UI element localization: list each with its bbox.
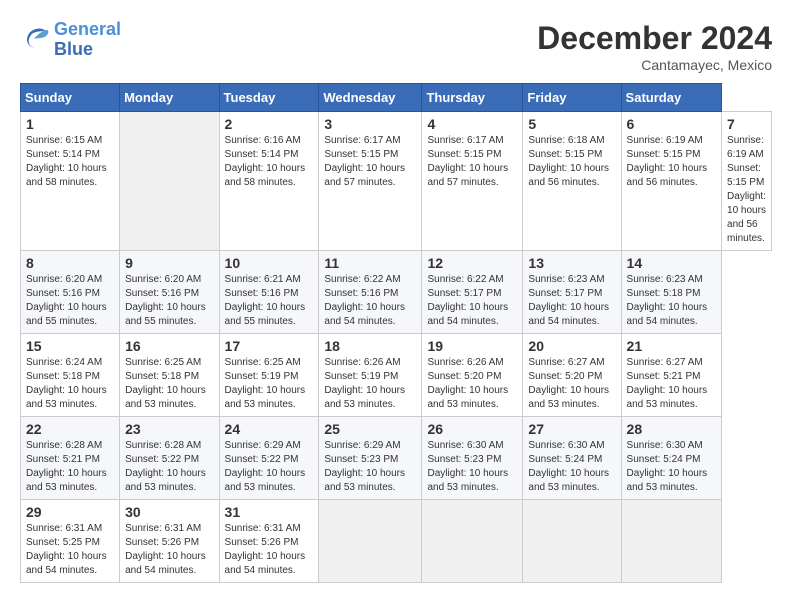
calendar-day-30: 30Sunrise: 6:31 AMSunset: 5:26 PMDayligh… bbox=[120, 500, 219, 583]
calendar-day-empty bbox=[319, 500, 422, 583]
calendar-day-9: 9Sunrise: 6:20 AMSunset: 5:16 PMDaylight… bbox=[120, 251, 219, 334]
calendar-day-15: 15Sunrise: 6:24 AMSunset: 5:18 PMDayligh… bbox=[21, 334, 120, 417]
calendar-day-31: 31Sunrise: 6:31 AMSunset: 5:26 PMDayligh… bbox=[219, 500, 319, 583]
week-row: 29Sunrise: 6:31 AMSunset: 5:25 PMDayligh… bbox=[21, 500, 772, 583]
calendar-day-11: 11Sunrise: 6:22 AMSunset: 5:16 PMDayligh… bbox=[319, 251, 422, 334]
calendar-day-6: 6Sunrise: 6:19 AMSunset: 5:15 PMDaylight… bbox=[621, 112, 721, 251]
logo-bird-icon bbox=[20, 26, 50, 54]
col-header-friday: Friday bbox=[523, 84, 621, 112]
calendar-day-25: 25Sunrise: 6:29 AMSunset: 5:23 PMDayligh… bbox=[319, 417, 422, 500]
calendar-table: SundayMondayTuesdayWednesdayThursdayFrid… bbox=[20, 83, 772, 583]
calendar-day-17: 17Sunrise: 6:25 AMSunset: 5:19 PMDayligh… bbox=[219, 334, 319, 417]
logo: General Blue bbox=[20, 20, 121, 60]
title-block: December 2024 Cantamayec, Mexico bbox=[537, 20, 772, 73]
calendar-day-8: 8Sunrise: 6:20 AMSunset: 5:16 PMDaylight… bbox=[21, 251, 120, 334]
week-row: 15Sunrise: 6:24 AMSunset: 5:18 PMDayligh… bbox=[21, 334, 772, 417]
col-header-tuesday: Tuesday bbox=[219, 84, 319, 112]
col-header-saturday: Saturday bbox=[621, 84, 721, 112]
col-header-wednesday: Wednesday bbox=[319, 84, 422, 112]
calendar-day-27: 27Sunrise: 6:30 AMSunset: 5:24 PMDayligh… bbox=[523, 417, 621, 500]
calendar-day-24: 24Sunrise: 6:29 AMSunset: 5:22 PMDayligh… bbox=[219, 417, 319, 500]
location: Cantamayec, Mexico bbox=[537, 57, 772, 73]
calendar-day-14: 14Sunrise: 6:23 AMSunset: 5:18 PMDayligh… bbox=[621, 251, 721, 334]
month-title: December 2024 bbox=[537, 20, 772, 57]
calendar-day-16: 16Sunrise: 6:25 AMSunset: 5:18 PMDayligh… bbox=[120, 334, 219, 417]
week-row: 8Sunrise: 6:20 AMSunset: 5:16 PMDaylight… bbox=[21, 251, 772, 334]
calendar-day-22: 22Sunrise: 6:28 AMSunset: 5:21 PMDayligh… bbox=[21, 417, 120, 500]
calendar-day-28: 28Sunrise: 6:30 AMSunset: 5:24 PMDayligh… bbox=[621, 417, 721, 500]
calendar-day-empty bbox=[621, 500, 721, 583]
calendar-day-empty bbox=[422, 500, 523, 583]
calendar-day-13: 13Sunrise: 6:23 AMSunset: 5:17 PMDayligh… bbox=[523, 251, 621, 334]
calendar-day-21: 21Sunrise: 6:27 AMSunset: 5:21 PMDayligh… bbox=[621, 334, 721, 417]
calendar-day-19: 19Sunrise: 6:26 AMSunset: 5:20 PMDayligh… bbox=[422, 334, 523, 417]
calendar-day-23: 23Sunrise: 6:28 AMSunset: 5:22 PMDayligh… bbox=[120, 417, 219, 500]
col-header-monday: Monday bbox=[120, 84, 219, 112]
header-row: SundayMondayTuesdayWednesdayThursdayFrid… bbox=[21, 84, 772, 112]
calendar-day-5: 5Sunrise: 6:18 AMSunset: 5:15 PMDaylight… bbox=[523, 112, 621, 251]
week-row: 1Sunrise: 6:15 AMSunset: 5:14 PMDaylight… bbox=[21, 112, 772, 251]
page-header: General Blue December 2024 Cantamayec, M… bbox=[20, 20, 772, 73]
calendar-day-20: 20Sunrise: 6:27 AMSunset: 5:20 PMDayligh… bbox=[523, 334, 621, 417]
col-header-sunday: Sunday bbox=[21, 84, 120, 112]
calendar-day-29: 29Sunrise: 6:31 AMSunset: 5:25 PMDayligh… bbox=[21, 500, 120, 583]
calendar-day-7: 7Sunrise: 6:19 AMSunset: 5:15 PMDaylight… bbox=[722, 112, 772, 251]
calendar-day-1: 1Sunrise: 6:15 AMSunset: 5:14 PMDaylight… bbox=[21, 112, 120, 251]
calendar-day-26: 26Sunrise: 6:30 AMSunset: 5:23 PMDayligh… bbox=[422, 417, 523, 500]
calendar-day-3: 3Sunrise: 6:17 AMSunset: 5:15 PMDaylight… bbox=[319, 112, 422, 251]
calendar-day-empty bbox=[523, 500, 621, 583]
calendar-day-4: 4Sunrise: 6:17 AMSunset: 5:15 PMDaylight… bbox=[422, 112, 523, 251]
calendar-day-12: 12Sunrise: 6:22 AMSunset: 5:17 PMDayligh… bbox=[422, 251, 523, 334]
calendar-day-empty bbox=[120, 112, 219, 251]
col-header-thursday: Thursday bbox=[422, 84, 523, 112]
calendar-day-18: 18Sunrise: 6:26 AMSunset: 5:19 PMDayligh… bbox=[319, 334, 422, 417]
calendar-day-2: 2Sunrise: 6:16 AMSunset: 5:14 PMDaylight… bbox=[219, 112, 319, 251]
week-row: 22Sunrise: 6:28 AMSunset: 5:21 PMDayligh… bbox=[21, 417, 772, 500]
logo-text: General Blue bbox=[54, 20, 121, 60]
calendar-day-10: 10Sunrise: 6:21 AMSunset: 5:16 PMDayligh… bbox=[219, 251, 319, 334]
